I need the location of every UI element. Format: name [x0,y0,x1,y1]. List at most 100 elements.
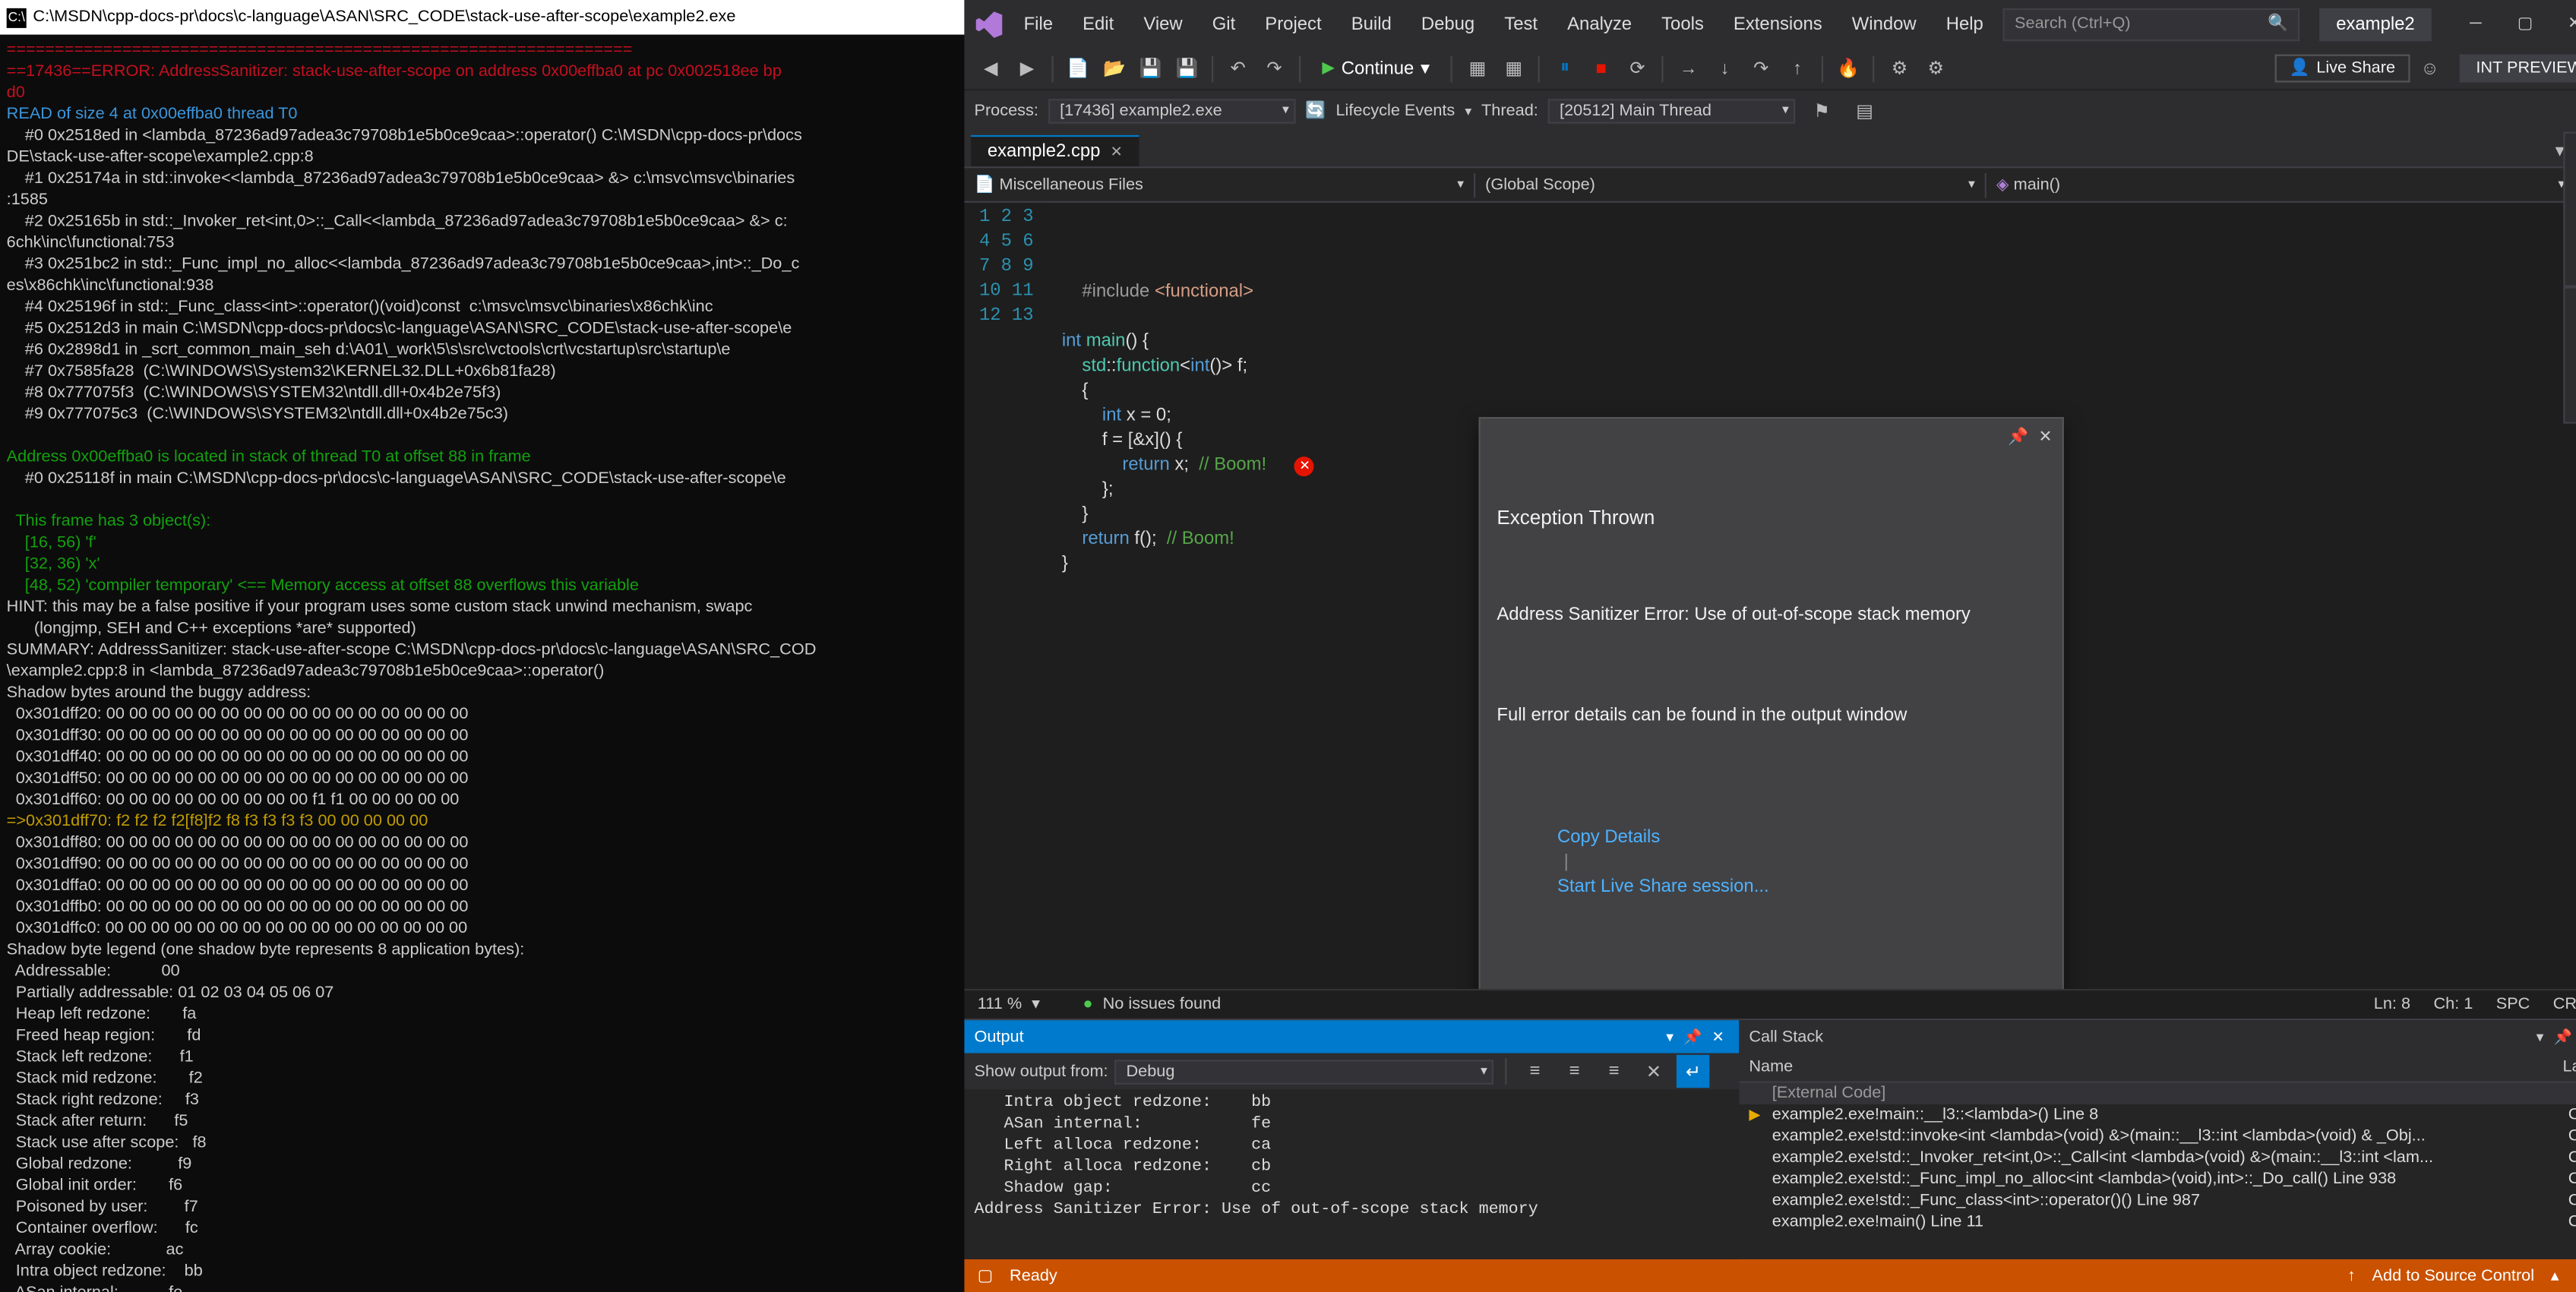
menu-window[interactable]: Window [1838,8,1930,40]
feedback-icon[interactable]: ☺ [2413,52,2446,84]
output-title: Output [974,1028,1023,1046]
start-live-share-link[interactable]: Start Live Share session... [1557,877,1769,896]
menu-extensions[interactable]: Extensions [1721,8,1835,40]
char-indicator[interactable]: Ch: 1 [2433,996,2473,1014]
close-tab-icon[interactable]: ✕ [1110,143,1122,161]
nav-project-combo[interactable]: 📄 Miscellaneous Files [964,172,1475,197]
pin-icon[interactable]: 📌 [2008,425,2028,450]
output-source-combo[interactable]: Debug [1114,1059,1493,1084]
open-icon[interactable]: 📂 [1098,52,1130,84]
tab-example2-cpp[interactable]: example2.cpp ✕ [971,135,1139,166]
thread-combo[interactable]: [20512] Main Thread [1548,98,1796,123]
indent-indicator[interactable]: SPC [2496,996,2530,1014]
callstack-row[interactable]: example2.exe!std::invoke<int <lambda>(vo… [1739,1126,2576,1147]
code-content[interactable]: #include <functional> int main() { std::… [1047,203,2576,989]
redo-icon[interactable]: ↷ [1258,52,1291,84]
menu-edit[interactable]: Edit [1070,8,1127,40]
copy-details-link[interactable]: Copy Details [1557,827,1660,847]
output-wrap-icon[interactable]: ↵ [1677,1055,1709,1088]
chevron-up-icon[interactable]: ▴ [2551,1267,2559,1285]
stop-icon[interactable]: ■ [1585,52,1617,84]
add-source-control[interactable]: Add to Source Control [2372,1267,2535,1285]
zoom-chevron-icon[interactable]: ▾ [1032,996,1040,1014]
continue-button[interactable]: ▶ Continue ▾ [1309,55,1443,83]
line-indicator[interactable]: Ln: 8 [2374,996,2410,1014]
callstack-row[interactable]: example2.exe!std::_Func_class<int>::oper… [1739,1190,2576,1211]
panel-pin-icon[interactable]: 📌 [1679,1028,1707,1046]
code-editor[interactable]: 1 2 3 4 5 6 7 8 9 10 11 12 13 #include <… [964,203,2576,989]
output-clear-icon[interactable]: ✕ [1637,1055,1670,1088]
panel-dropdown-icon[interactable]: ▾ [1661,1028,1679,1046]
new-project-icon[interactable]: 📄 [1061,52,1094,84]
misc-icon[interactable]: ⚙ [1883,52,1916,84]
solution-name[interactable]: example2 [2319,8,2431,40]
undo-icon[interactable]: ↶ [1222,52,1254,84]
menu-analyze[interactable]: Analyze [1554,8,1645,40]
menu-debug[interactable]: Debug [1408,8,1487,40]
diag-icon[interactable]: ▦ [1461,52,1493,84]
callstack-row[interactable]: [External Code] [1739,1083,2576,1104]
lifecycle-icon[interactable]: 🔄 [1305,101,1326,119]
side-tool-tabs: Solution Explorer Team Explorer [2563,132,2576,423]
nav-back-icon[interactable]: ◀ [974,52,1007,84]
callstack-row[interactable]: example2.exe!std::_Invoker_ret<int,0>::_… [1739,1147,2576,1168]
nav-scope-combo[interactable]: (Global Scope) [1475,172,1987,197]
live-share-icon: 👤 [2290,59,2310,77]
menu-view[interactable]: View [1130,8,1196,40]
menu-build[interactable]: Build [1338,8,1405,40]
callstack-header[interactable]: Call Stack ▾ 📌 ✕ [1739,1020,2576,1053]
step-out-icon[interactable]: ↑ [1781,52,1813,84]
output-panel-header[interactable]: Output ▾ 📌 ✕ [964,1020,1739,1053]
console-output[interactable]: ========================================… [0,35,964,1292]
save-icon[interactable]: 💾 [1134,52,1167,84]
zoom-level[interactable]: 111 % [978,996,1022,1014]
col-lang-header[interactable]: Lang [2562,1058,2576,1076]
close-popup-icon[interactable]: ✕ [2038,425,2052,450]
show-next-icon[interactable]: → [1672,52,1705,84]
live-share-button[interactable]: 👤 Live Share [2274,55,2410,83]
panel-close-icon[interactable]: ✕ [1707,1028,1729,1046]
lifecycle-label[interactable]: Lifecycle Events [1335,101,1455,119]
console-titlebar[interactable]: C:\ C:\MSDN\cpp-docs-pr\docs\c-language\… [0,0,964,35]
hot-reload-icon[interactable]: 🔥 [1832,52,1864,84]
callstack-row[interactable]: example2.exe!main() Line 11C++ [1739,1211,2576,1233]
panel-pin-icon[interactable]: 📌 [2549,1028,2576,1046]
callstack-row[interactable]: example2.exe!std::_Func_impl_no_alloc<in… [1739,1169,2576,1190]
editor-statusbar: 111 % ▾ ● No issues found Ln: 8 Ch: 1 SP… [964,989,2576,1019]
col-name-header[interactable]: Name [1749,1058,2562,1076]
menu-help[interactable]: Help [1933,8,1996,40]
nav-fwd-icon[interactable]: ▶ [1010,52,1043,84]
callstack-row[interactable]: ▶example2.exe!main::__l3::<lambda>() Lin… [1739,1104,2576,1126]
step-into-icon[interactable]: ↓ [1708,52,1741,84]
diag2-icon[interactable]: ▦ [1497,52,1530,84]
panel-dropdown-icon[interactable]: ▾ [2531,1028,2549,1046]
callstack-rows[interactable]: [External Code]▶example2.exe!main::__l3:… [1739,1083,2576,1259]
nav-member-combo[interactable]: ◈ main() [1987,172,2576,197]
output-text[interactable]: Intra object redzone: bb ASan internal: … [964,1089,1739,1259]
minimize-button[interactable]: ─ [2451,8,2500,40]
stack-frame-icon[interactable]: ▤ [1848,94,1881,127]
save-all-icon[interactable]: 💾 [1171,52,1203,84]
menu-git[interactable]: Git [1199,8,1248,40]
menu-test[interactable]: Test [1491,8,1551,40]
lineend-indicator[interactable]: CRLF [2553,996,2576,1014]
restart-icon[interactable]: ⟳ [1621,52,1654,84]
menu-tools[interactable]: Tools [1648,8,1717,40]
close-button[interactable]: ✕ [2550,8,2576,40]
pause-icon[interactable]: ⏸ [1548,52,1581,84]
menu-file[interactable]: File [1010,8,1066,40]
menu-project[interactable]: Project [1252,8,1335,40]
process-combo[interactable]: [17436] example2.exe [1048,98,1296,123]
misc2-icon[interactable]: ⚙ [1919,52,1952,84]
output-icon1[interactable]: ≡ [1519,1055,1551,1088]
flag-icon[interactable]: ⚑ [1805,94,1838,127]
issues-text[interactable]: No issues found [1103,996,1222,1014]
maximize-button[interactable]: ▢ [2501,8,2550,40]
team-explorer-tab[interactable]: Team Explorer [2563,287,2576,423]
solution-explorer-tab[interactable]: Solution Explorer [2563,132,2576,287]
line-number-gutter: 1 2 3 4 5 6 7 8 9 10 11 12 13 [964,203,1047,989]
search-input[interactable]: Search (Ctrl+Q) 🔍 [2003,8,2300,40]
output-icon3[interactable]: ≡ [1598,1055,1630,1088]
output-icon2[interactable]: ≡ [1558,1055,1591,1088]
step-over-icon[interactable]: ↷ [1744,52,1777,84]
